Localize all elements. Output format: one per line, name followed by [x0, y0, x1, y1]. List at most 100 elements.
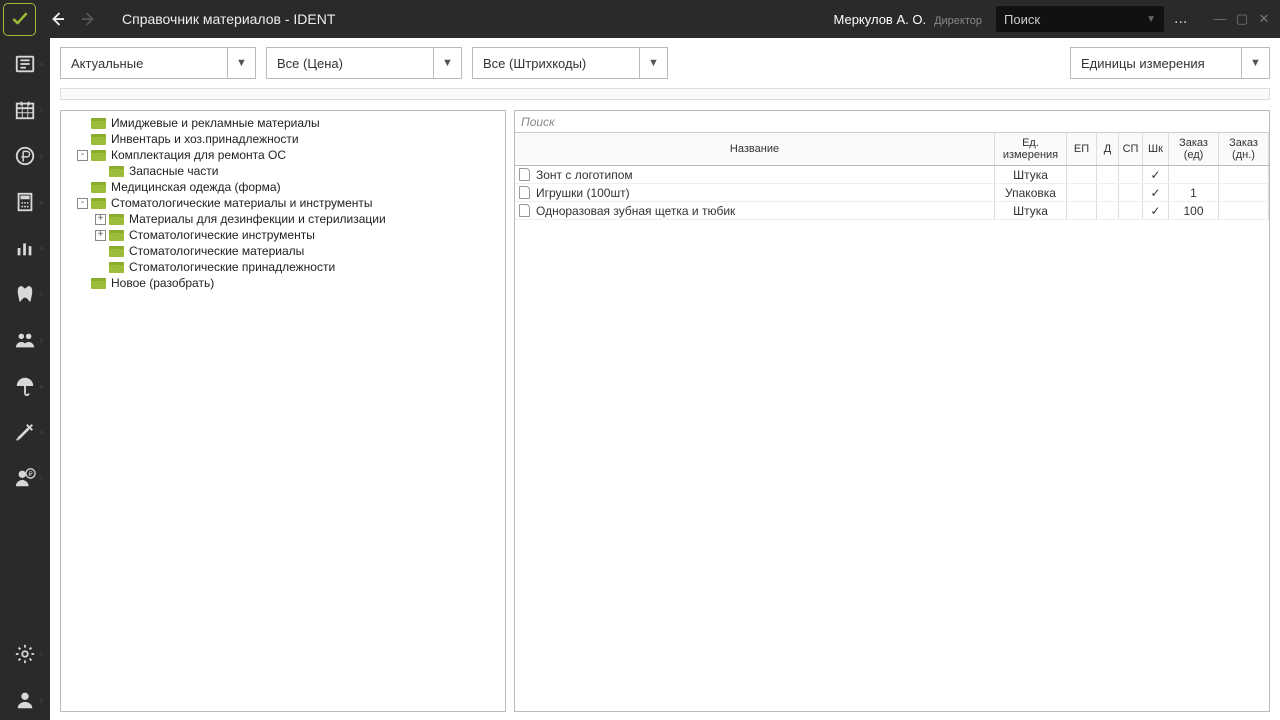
row-sp: [1119, 184, 1143, 201]
row-d: [1097, 184, 1119, 201]
rail-chart-icon[interactable]: ›: [5, 228, 45, 268]
tree-node-label: Стоматологические материалы: [129, 244, 304, 258]
expand-icon[interactable]: +: [95, 214, 106, 225]
folder-icon: [91, 134, 106, 145]
filter-toolbar: Актуальные ▼ Все (Цена) ▼ Все (Штрихкоды…: [50, 38, 1280, 88]
grid-header: Название Ед. измерения ЕП Д СП Шк Заказ …: [515, 133, 1269, 166]
rail-user-icon[interactable]: ›: [5, 680, 45, 720]
rail-people-icon[interactable]: ›: [5, 320, 45, 360]
col-order-days[interactable]: Заказ (дн.): [1219, 133, 1269, 165]
rail-ruble-icon[interactable]: ›: [5, 136, 45, 176]
filter-price[interactable]: Все (Цена) ▼: [266, 47, 462, 79]
rail-calendar-icon[interactable]: ›: [5, 90, 45, 130]
row-unit: Штука: [995, 166, 1067, 183]
rail-settings-icon[interactable]: ›: [5, 634, 45, 674]
page-icon: [519, 204, 530, 217]
rail-card-icon[interactable]: ›: [5, 44, 45, 84]
col-name[interactable]: Название: [515, 133, 995, 165]
user-name: Меркулов А. О.: [833, 12, 926, 27]
table-row[interactable]: Игрушки (100шт)Упаковка✓1: [515, 184, 1269, 202]
search-placeholder: Поиск: [1004, 12, 1040, 27]
row-order-days: [1219, 202, 1269, 219]
table-row[interactable]: Зонт с логотипомШтука✓: [515, 166, 1269, 184]
folder-icon: [91, 198, 106, 209]
expand-icon[interactable]: +: [95, 230, 106, 241]
global-search[interactable]: Поиск ▼: [996, 6, 1164, 32]
units-selector[interactable]: Единицы измерения ▼: [1070, 47, 1270, 79]
page-icon: [519, 186, 530, 199]
svg-text:₽: ₽: [28, 471, 32, 478]
tree-node-label: Медицинская одежда (форма): [111, 180, 281, 194]
row-unit: Штука: [995, 202, 1067, 219]
folder-icon: [109, 262, 124, 273]
tree-node-label: Стоматологические материалы и инструмент…: [111, 196, 373, 210]
maximize-button[interactable]: ▢: [1234, 11, 1250, 27]
chevron-down-icon: ▼: [433, 48, 461, 78]
filter-barcodes[interactable]: Все (Штрихкоды) ▼: [472, 47, 668, 79]
tree-node[interactable]: - Комплектация для ремонта ОС: [65, 147, 501, 163]
table-row[interactable]: Одноразовая зубная щетка и тюбикШтука✓10…: [515, 202, 1269, 220]
row-unit: Упаковка: [995, 184, 1067, 201]
tree-node[interactable]: Стоматологические материалы: [65, 243, 501, 259]
filter-actuality[interactable]: Актуальные ▼: [60, 47, 256, 79]
tree-node-label: Запасные части: [129, 164, 218, 178]
folder-icon: [91, 278, 106, 289]
tree-node[interactable]: Запасные части: [65, 163, 501, 179]
more-menu[interactable]: ...: [1164, 10, 1194, 28]
row-name: Игрушки (100шт): [536, 186, 630, 200]
rail-person-ruble-icon[interactable]: ₽›: [5, 458, 45, 498]
grid-search-input[interactable]: Поиск: [515, 111, 1269, 133]
col-shk[interactable]: Шк: [1143, 133, 1169, 165]
rail-syringe-icon[interactable]: ›: [5, 412, 45, 452]
tree-node[interactable]: Новое (разобрать): [65, 275, 501, 291]
col-order-units[interactable]: Заказ (ед): [1169, 133, 1219, 165]
tree-node[interactable]: Имиджевые и рекламные материалы: [65, 115, 501, 131]
collapse-icon[interactable]: -: [77, 150, 88, 161]
rail-umbrella-icon[interactable]: ›: [5, 366, 45, 406]
rail-calculator-icon[interactable]: ›: [5, 182, 45, 222]
folder-icon: [91, 182, 106, 193]
collapse-icon[interactable]: -: [77, 198, 88, 209]
app-logo[interactable]: [3, 3, 36, 36]
col-d[interactable]: Д: [1097, 133, 1119, 165]
category-tree-panel: Имиджевые и рекламные материалыИнвентарь…: [60, 110, 506, 712]
row-ep: [1067, 166, 1097, 183]
tree-node[interactable]: +Материалы для дезинфекции и стерилизаци…: [65, 211, 501, 227]
content-area: Имиджевые и рекламные материалыИнвентарь…: [60, 110, 1270, 712]
tree-node-label: Новое (разобрать): [111, 276, 214, 290]
tree-node[interactable]: + Стоматологические инструменты: [65, 227, 501, 243]
tree-node-label: Стоматологические инструменты: [129, 228, 315, 242]
tree-node[interactable]: Инвентарь и хоз.принадлежности: [65, 131, 501, 147]
folder-icon: [109, 230, 124, 241]
tree-node[interactable]: - Стоматологические материалы и инструмен…: [65, 195, 501, 211]
tree-node[interactable]: Стоматологические принадлежности: [65, 259, 501, 275]
tree-node-label: Стоматологические принадлежности: [129, 260, 335, 274]
tree-node[interactable]: Медицинская одежда (форма): [65, 179, 501, 195]
col-ep[interactable]: ЕП: [1067, 133, 1097, 165]
row-d: [1097, 202, 1119, 219]
tree-node-label: Комплектация для ремонта ОС: [111, 148, 286, 162]
row-order-days: [1219, 184, 1269, 201]
page-icon: [519, 168, 530, 181]
col-sp[interactable]: СП: [1119, 133, 1143, 165]
grid-body: Зонт с логотипомШтука✓ Игрушки (100шт) Упа…: [515, 166, 1269, 711]
check-icon: [10, 9, 30, 29]
folder-icon: [109, 166, 124, 177]
row-ep: [1067, 184, 1097, 201]
app-title: Справочник материалов - IDENT: [122, 11, 335, 27]
col-unit[interactable]: Ед. измерения: [995, 133, 1067, 165]
folder-icon: [91, 150, 106, 161]
row-shk: ✓: [1143, 202, 1169, 219]
rail-tooth-icon[interactable]: ›: [5, 274, 45, 314]
back-button[interactable]: [48, 9, 68, 29]
side-rail: › › › › › › › › › ₽› › ›: [0, 38, 50, 720]
minimize-button[interactable]: —: [1212, 11, 1228, 27]
chevron-down-icon: ▼: [1241, 48, 1269, 78]
row-name: Одноразовая зубная щетка и тюбик: [536, 204, 735, 218]
close-button[interactable]: ✕: [1256, 11, 1272, 27]
row-d: [1097, 166, 1119, 183]
chevron-down-icon: ▼: [1146, 14, 1156, 25]
user-block[interactable]: Меркулов А. О. Директор: [833, 12, 982, 27]
user-role: Директор: [934, 15, 982, 27]
chevron-down-icon: ▼: [639, 48, 667, 78]
